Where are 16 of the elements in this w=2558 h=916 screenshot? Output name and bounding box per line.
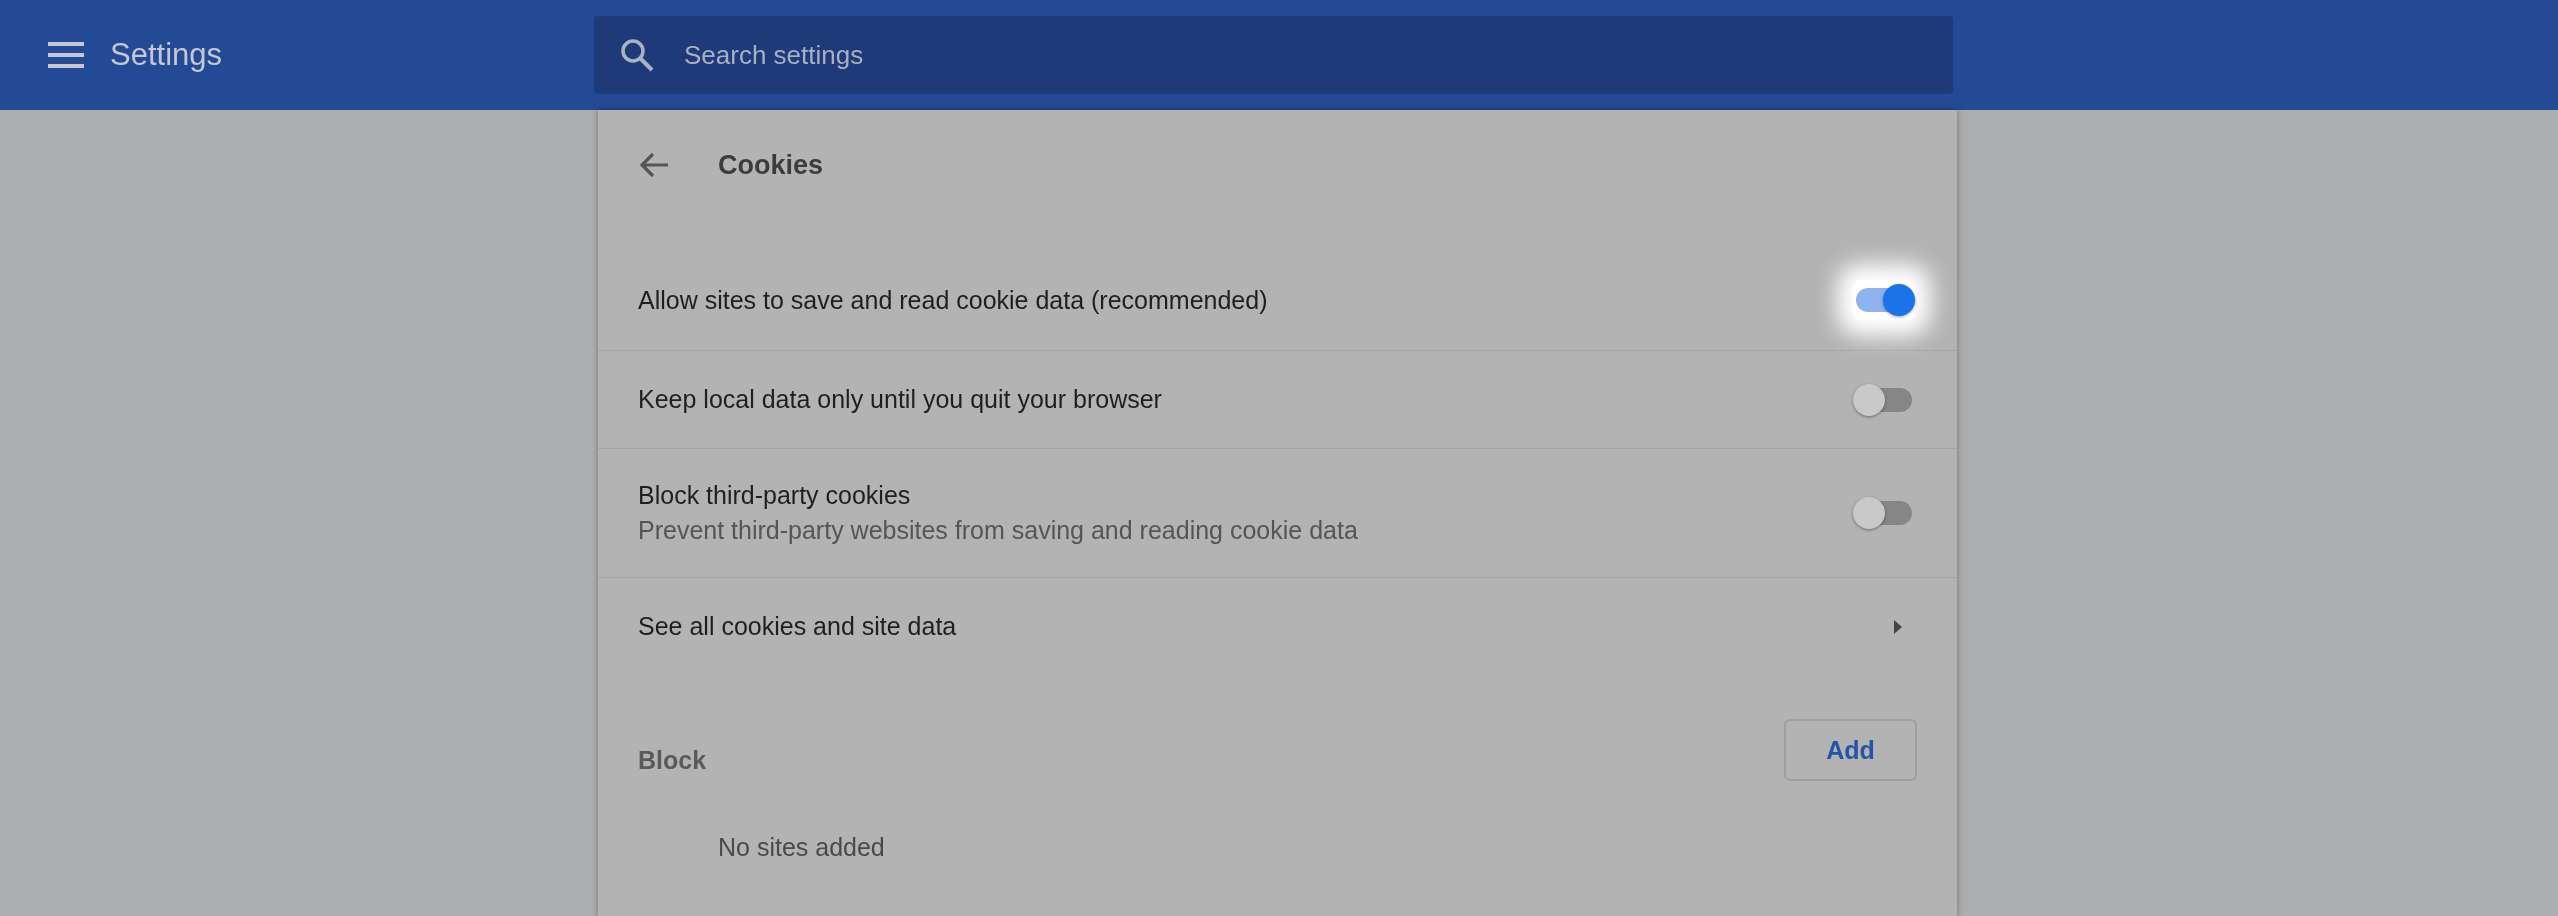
section-title: Block xyxy=(638,745,707,775)
app-title: Settings xyxy=(110,37,223,73)
link-row[interactable]: See all cookies and site data xyxy=(598,577,1957,675)
caret-icon xyxy=(1893,618,1903,635)
setting-label: Allow sites to save and read cookie data (recommended) xyxy=(638,285,1268,315)
back-arrow-icon[interactable] xyxy=(638,151,670,179)
search-field[interactable]: Search settings xyxy=(594,16,1953,94)
page-title: Cookies xyxy=(718,149,824,181)
toggle-switch[interactable] xyxy=(1853,280,1915,320)
search-icon xyxy=(620,38,654,72)
setting-description: Prevent third-party websites from saving and reading cookie data xyxy=(638,516,1358,545)
link-label: See all cookies and site data xyxy=(638,612,957,641)
menu-icon[interactable] xyxy=(48,41,84,69)
setting-label: Keep local data only until you quit your browser xyxy=(638,385,1162,414)
empty-message: No sites added xyxy=(717,833,886,862)
setting-label: Block third-party cookies xyxy=(638,481,912,510)
